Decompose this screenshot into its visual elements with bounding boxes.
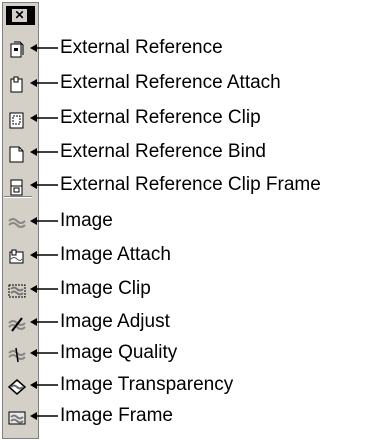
xref-bind-button[interactable] — [6, 144, 32, 168]
xref-attach-icon — [10, 76, 23, 93]
callout-arrow-icon — [30, 380, 58, 390]
callout-arrow-icon — [30, 216, 58, 226]
xref-button[interactable] — [6, 40, 32, 64]
callout-label: Image Transparency — [60, 374, 234, 395]
callout-label: Image Clip — [60, 278, 151, 299]
image-clip-icon — [8, 284, 26, 298]
callout-label: Image — [60, 210, 113, 231]
callout-arrow-icon — [30, 250, 58, 260]
xref-clip-icon — [9, 112, 24, 129]
callout-arrow-icon — [30, 411, 58, 421]
image-adjust-icon — [8, 317, 26, 332]
callout-row: External Reference Attach — [30, 71, 281, 95]
xref-bind-icon — [9, 146, 24, 163]
callout-row: External Reference Clip Frame — [30, 173, 321, 197]
xref-clip-frame-icon — [10, 179, 23, 196]
callout-row: Image Quality — [30, 341, 177, 365]
xref-attach-button[interactable] — [6, 75, 32, 99]
callout-row: Image Attach — [30, 243, 171, 267]
callout-row: External Reference Clip — [30, 106, 261, 130]
callout-label: External Reference Clip Frame — [60, 174, 321, 195]
toolbar-titlebar[interactable]: ✕ — [6, 6, 35, 25]
xref-clip-button[interactable] — [6, 110, 32, 134]
callout-label: Image Frame — [60, 405, 173, 426]
callout-arrow-icon — [30, 113, 58, 123]
callout-arrow-icon — [30, 147, 58, 157]
callout-row: Image Adjust — [30, 310, 170, 334]
image-frame-icon — [8, 411, 26, 425]
callout-arrow-icon — [30, 78, 58, 88]
callout-row: Image Clip — [30, 277, 151, 301]
image-clip-button[interactable] — [6, 281, 32, 305]
callout-label: Image Quality — [60, 342, 178, 363]
image-transparency-icon — [7, 379, 27, 395]
image-attach-button[interactable] — [6, 247, 32, 271]
callout-label: External Reference Attach — [60, 72, 281, 93]
callout-label: External Reference Clip — [60, 107, 261, 128]
callout-label: Image Attach — [60, 244, 171, 265]
image-button[interactable] — [6, 213, 32, 237]
callout-label: Image Adjust — [60, 311, 170, 332]
image-frame-button[interactable] — [6, 408, 32, 432]
callout-row: External Reference — [30, 36, 223, 60]
image-transparency-button[interactable] — [6, 377, 32, 401]
callout-row: Image Transparency — [30, 373, 233, 397]
callout-label: External Reference — [60, 37, 223, 58]
xref-clip-frame-button[interactable] — [6, 177, 32, 201]
callout-arrow-icon — [30, 284, 58, 294]
image-attach-icon — [9, 249, 24, 264]
callout-arrow-icon — [30, 43, 58, 53]
callout-arrow-icon — [30, 317, 58, 327]
image-adjust-button[interactable] — [6, 314, 32, 338]
callout-arrow-icon — [30, 180, 58, 190]
callout-arrow-icon — [30, 348, 58, 358]
image-quality-icon — [8, 347, 26, 363]
close-icon[interactable]: ✕ — [12, 9, 27, 22]
image-quality-button[interactable] — [6, 345, 32, 369]
callout-label: External Reference Bind — [60, 141, 266, 162]
callout-row: External Reference Bind — [30, 140, 266, 164]
callout-row: Image — [30, 209, 113, 233]
xref-icon — [10, 41, 24, 58]
callout-row: Image Frame — [30, 404, 173, 428]
image-icon — [8, 218, 26, 228]
